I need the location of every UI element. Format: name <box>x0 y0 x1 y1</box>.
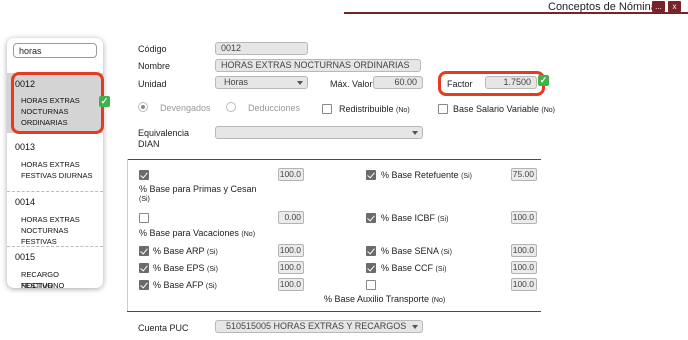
equivalencia-select[interactable] <box>215 126 423 139</box>
vacaciones-label: % Base para Vacaciones (No) <box>139 228 256 238</box>
devengados-radio[interactable] <box>138 102 148 112</box>
item-name-line: HORAS EXTRAS <box>21 160 80 169</box>
chevron-down-icon <box>412 131 418 135</box>
arp-value[interactable]: 100.0 <box>278 244 304 257</box>
icbf-label: % Base ICBF (Si) <box>381 213 449 223</box>
list-item[interactable]: 0013 HORAS EXTRAS FESTIVAS DIURNAS <box>7 138 103 190</box>
icbf-checkbox[interactable] <box>366 213 376 223</box>
afp-label: % Base AFP (Si) <box>153 280 217 290</box>
equivalencia-label-line2: DIAN <box>138 139 160 149</box>
primas-note: (Si) <box>139 196 150 203</box>
codigo-field[interactable]: 0012 <box>215 42 308 55</box>
deducciones-radio[interactable] <box>226 102 236 112</box>
factor-field[interactable]: 1.7500 <box>485 76 537 89</box>
close-button[interactable]: x <box>668 1 681 12</box>
item-name-line: NOCTURNAS FESTIVAS <box>21 226 69 246</box>
selected-item-highlight <box>11 72 104 134</box>
eps-value[interactable]: 100.0 <box>278 261 304 274</box>
section-divider <box>127 311 541 312</box>
section-left-border <box>127 159 128 311</box>
item-name-line: FESTIVAS DIURNAS <box>21 171 93 180</box>
sena-value[interactable]: 100.0 <box>511 244 537 257</box>
afp-value[interactable]: 100.0 <box>278 278 304 291</box>
window-title: Conceptos de Nómina <box>548 1 657 13</box>
primas-label: % Base para Primas y Cesan <box>139 184 257 194</box>
equivalencia-label: Equivalencia <box>138 128 190 138</box>
search-input[interactable] <box>13 43 97 58</box>
devengados-label: Devengados <box>160 103 211 113</box>
item-code: 0015 <box>15 252 36 262</box>
ccf-label: % Base CCF (Si) <box>381 263 447 273</box>
cuenta-puc-value: 510515005 HORAS EXTRAS Y RECARGOS <box>226 321 407 331</box>
chevron-down-icon <box>297 81 303 85</box>
item-name-line: HORAS EXTRAS <box>21 215 80 224</box>
list-separator <box>7 246 103 247</box>
max-valor-field[interactable]: 60.00 <box>373 76 423 89</box>
list-separator <box>7 191 103 192</box>
deducciones-label: Deducciones <box>248 103 301 113</box>
retefuente-checkbox[interactable] <box>366 170 376 180</box>
redistribuible-checkbox[interactable] <box>322 104 332 114</box>
item-code: 0013 <box>15 142 36 152</box>
factor-label: Factor <box>447 79 473 89</box>
eps-checkbox[interactable] <box>139 263 149 273</box>
afp-checkbox[interactable] <box>139 280 149 290</box>
list-item[interactable]: 0014 HORAS EXTRAS NOCTURNAS FESTIVAS <box>7 193 103 246</box>
vacaciones-checkbox[interactable] <box>139 213 149 223</box>
unidad-label: Unidad <box>138 79 167 89</box>
retefuente-value[interactable]: 75.00 <box>511 168 537 181</box>
icbf-value[interactable]: 100.0 <box>511 211 537 224</box>
arp-label: % Base ARP (Si) <box>153 246 218 256</box>
max-valor-label: Máx. Valor <box>330 79 373 89</box>
cuenta-puc-label: Cuenta PUC <box>138 323 189 333</box>
cuenta-puc-select[interactable]: 510515005 HORAS EXTRAS Y RECARGOS <box>215 320 423 333</box>
unidad-select[interactable]: Horas <box>215 76 308 89</box>
section-divider <box>127 159 541 160</box>
vacaciones-value[interactable]: 0.00 <box>278 211 304 224</box>
primas-value[interactable]: 100.0 <box>278 168 304 181</box>
primas-checkbox[interactable] <box>139 170 149 180</box>
minimize-button[interactable]: ... <box>652 1 665 12</box>
check-icon: ✓ <box>538 75 549 86</box>
auxilio-transporte-value[interactable]: 100.0 <box>511 278 537 291</box>
ccf-checkbox[interactable] <box>366 263 376 273</box>
sena-label: % Base SENA (Si) <box>381 246 452 256</box>
arp-checkbox[interactable] <box>139 246 149 256</box>
base-salario-variable-label: Base Salario Variable (No) <box>453 104 556 114</box>
eps-label: % Base EPS (Si) <box>153 263 218 273</box>
unidad-value: Horas <box>224 77 249 87</box>
base-salario-variable-checkbox[interactable] <box>438 104 448 114</box>
nombre-label: Nombre <box>138 61 171 71</box>
sena-checkbox[interactable] <box>366 246 376 256</box>
item-name-line: FESTIVO <box>21 281 54 288</box>
nombre-field[interactable]: HORAS EXTRAS NOCTURNAS ORDINARIAS <box>215 59 421 72</box>
list-item[interactable]: 0015 RECARGO NOCTURNO FESTIVO <box>7 248 103 288</box>
redistribuible-label: Redistribuible (No) <box>339 104 410 114</box>
codigo-label: Código <box>138 44 167 54</box>
check-icon: ✓ <box>99 96 110 107</box>
retefuente-label: % Base Retefuente (Si) <box>381 170 472 180</box>
auxilio-transporte-checkbox[interactable] <box>366 280 376 290</box>
chevron-down-icon <box>412 325 418 329</box>
auxilio-transporte-label: % Base Auxilio Transporte (No) <box>324 294 446 304</box>
item-code: 0014 <box>15 197 36 207</box>
ccf-value[interactable]: 100.0 <box>511 261 537 274</box>
